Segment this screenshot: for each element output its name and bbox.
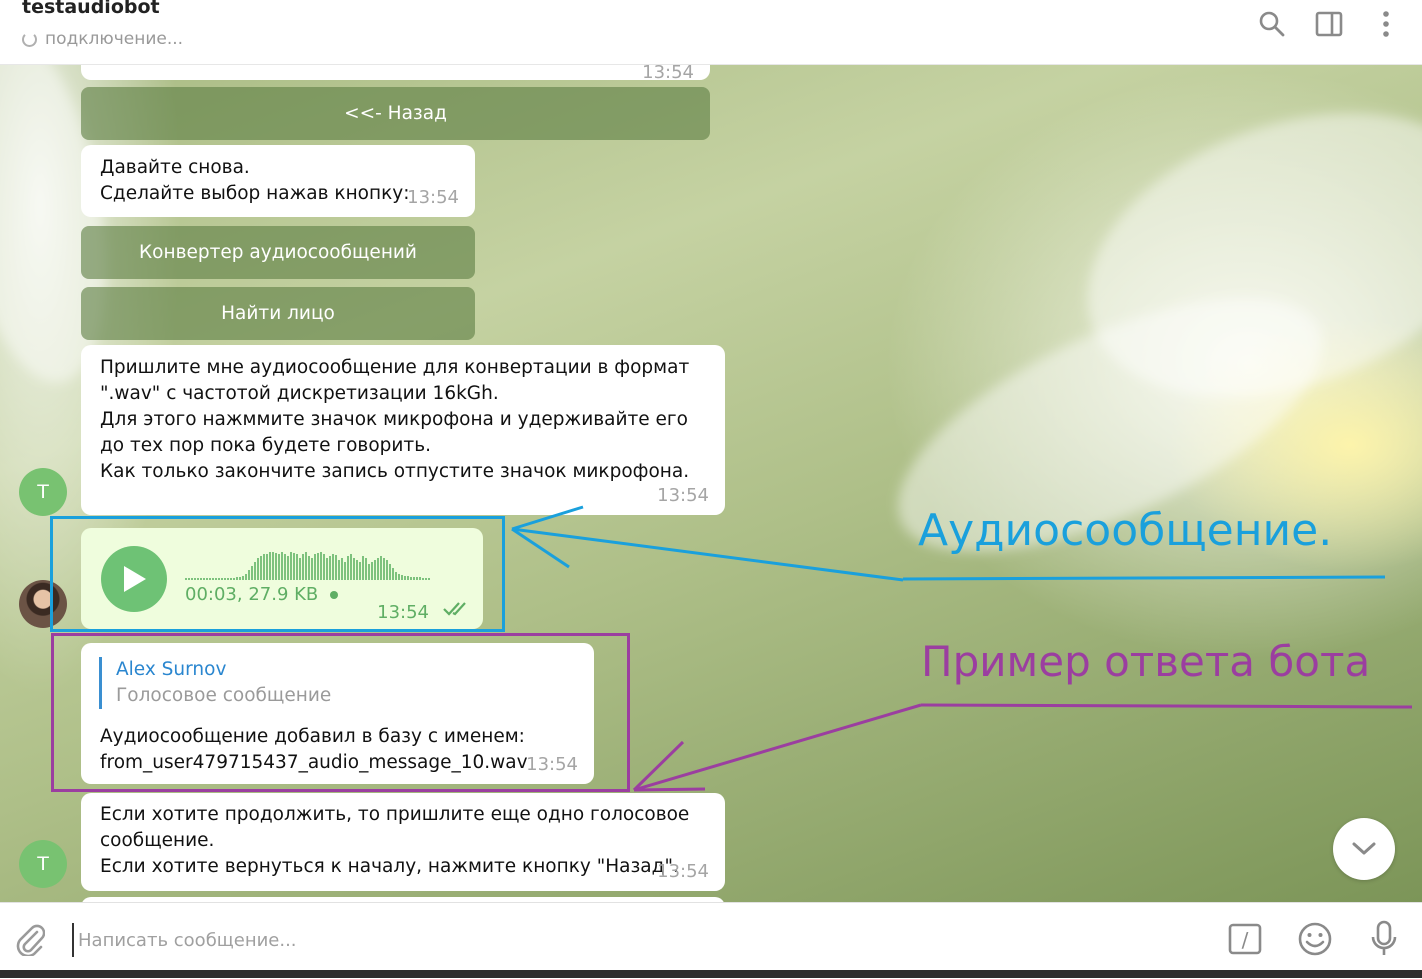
microphone-icon[interactable] [1362,917,1406,961]
annotation-box-bot [51,633,630,792]
sidebar-toggle-icon[interactable] [1313,8,1345,40]
annotation-box-audio [50,516,505,632]
message-time: 13:54 [407,187,459,208]
chat-header: testaudiobot подключение... [0,0,1422,65]
message-composer: / [0,902,1422,979]
message-bubble: Если хотите продолжить, то пришлите еще … [81,793,725,891]
command-symbol: / [1242,928,1249,952]
message-bubble: Давайте снова. Сделайте выбор нажав кноп… [81,145,475,217]
more-icon[interactable] [1370,8,1402,40]
message-text: Давайте снова. Сделайте выбор нажав кноп… [100,157,410,204]
attach-icon[interactable] [8,917,52,961]
bot-avatar[interactable]: T [19,840,67,888]
scroll-down-button[interactable] [1333,818,1395,880]
keyboard-button-converter[interactable]: Конвертер аудиосообщений [81,226,475,279]
message-text: Если хотите продолжить, то пришлите еще … [100,804,690,877]
chat-title[interactable]: testaudiobot [22,0,160,18]
window-bottom-edge [0,970,1422,978]
back-button[interactable]: <<- Назад [81,87,710,140]
search-icon[interactable] [1256,8,1288,40]
message-time: 13:54 [657,861,709,882]
message-bubble-partial: 13:54 [81,65,710,83]
message-input[interactable] [72,923,1180,957]
annotation-label-audio: Аудиосообщение. [918,505,1333,556]
bot-avatar[interactable]: T [19,468,67,516]
chevron-down-icon [1352,842,1376,855]
emoji-icon[interactable] [1293,917,1337,961]
bot-command-icon[interactable]: / [1223,917,1267,961]
annotation-label-bot: Пример ответа бота [921,637,1371,686]
keyboard-button-find-face[interactable]: Найти лицо [81,287,475,340]
loading-spinner-icon [22,31,37,47]
message-bubble: Пришлите мне аудиосообщение для конверта… [81,345,725,515]
message-time: 13:54 [657,485,709,506]
connection-status: подключение... [22,29,183,49]
connection-status-text: подключение... [45,29,184,49]
message-text: Пришлите мне аудиосообщение для конверта… [100,357,690,482]
message-time: 13:54 [642,65,694,83]
